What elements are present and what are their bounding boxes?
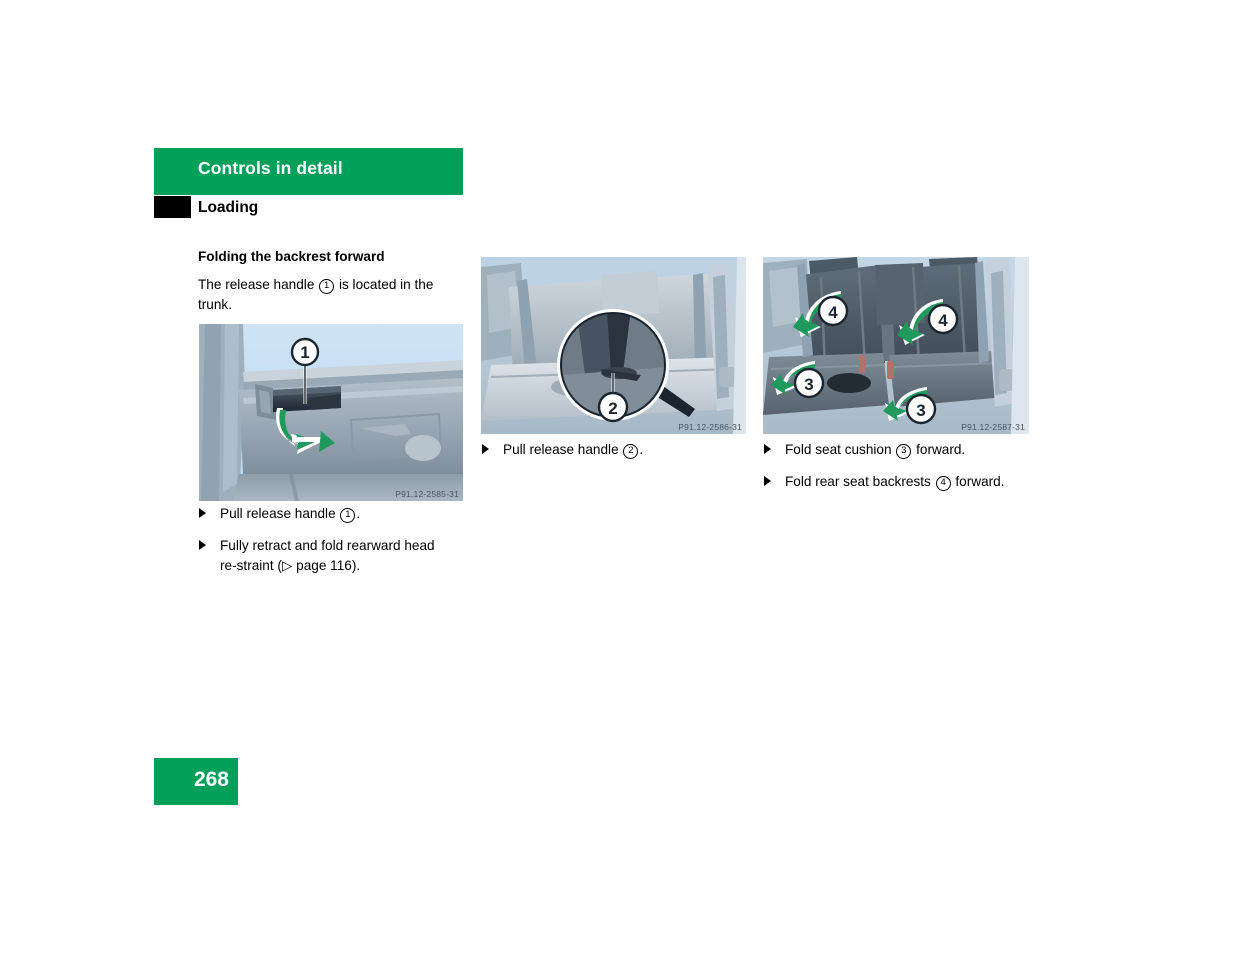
callout-ref-4: 4 [935, 476, 951, 492]
bullet-triangle-icon [764, 476, 771, 487]
bullet-triangle-icon [482, 444, 489, 454]
bullet-text-before: Pull release handle [220, 506, 336, 521]
callout-ref-1: 1 [340, 508, 356, 523]
svg-text:4: 4 [938, 311, 948, 330]
bullet-text-after: . [356, 506, 361, 521]
callout-ref-1: 1 [319, 279, 335, 295]
list-item: Fold seat cushion 3 forward. [763, 440, 1033, 459]
figure-2-illustration: 2 [481, 257, 746, 434]
figure-2-code: P91.12-2586-31 [678, 422, 742, 432]
svg-text:1: 1 [300, 343, 309, 362]
sub-heading: Folding the backrest forward [198, 249, 385, 264]
left-column-steps: Pull release handle 1. Fully retract and… [198, 504, 470, 575]
figure-rear-seat-detail: 2 P91.12-2586-31 [481, 257, 746, 434]
bullet-text-after: forward. [955, 474, 1005, 490]
middle-column-steps: Pull release handle 2. [481, 440, 747, 459]
list-item: Pull release handle 2. [481, 440, 747, 459]
figure-1-illustration: 1 [199, 324, 463, 501]
bullet-text-after: forward. [916, 442, 966, 457]
figure-1-code: P91.12-2585-31 [395, 489, 459, 499]
manual-page: Controls in detail Loading Folding the b… [0, 0, 1235, 954]
bullet-text-after: ▷ page 116). [281, 557, 361, 573]
list-item: Pull release handle 1. [198, 504, 470, 523]
page-number-box: 268 [154, 758, 238, 805]
figure-rear-seats-folding: 4 4 3 3 P91.12-2587-31 [763, 257, 1029, 434]
intro-paragraph: The release handle 1 is located in the t… [198, 275, 464, 314]
callout-ref-2: 2 [623, 444, 639, 459]
figure-3-code: P91.12-2587-31 [961, 422, 1025, 432]
callout-ref-3: 3 [896, 444, 912, 459]
svg-text:3: 3 [804, 375, 813, 394]
list-item: Fold rear seat backrests 4 forward. [763, 472, 1033, 492]
figure-3-illustration: 4 4 3 3 [763, 257, 1029, 434]
svg-text:3: 3 [916, 401, 925, 420]
chapter-header-bar: Controls in detail [154, 148, 463, 195]
middle-bullet-list: Pull release handle 2. [481, 440, 747, 459]
bullet-text-before: Fold rear seat backrests [785, 474, 931, 490]
bullet-triangle-icon [199, 508, 206, 518]
bullet-triangle-icon [764, 444, 771, 454]
svg-text:2: 2 [608, 399, 617, 418]
right-bullet-list: Fold seat cushion 3 forward. Fold rear s… [763, 440, 1033, 492]
chapter-title: Controls in detail [198, 158, 343, 178]
bullet-text-after: . [639, 442, 644, 457]
section-title: Loading [198, 199, 259, 216]
figure-trunk-release-handle: 1 P91.12-2585-31 [199, 324, 463, 501]
section-marker-tab [154, 196, 191, 218]
page-number: 268 [193, 768, 229, 791]
bullet-text-before: Fold seat cushion [785, 442, 892, 457]
list-item: Fully retract and fold rearward head re‑… [198, 536, 470, 575]
bullet-triangle-icon [199, 540, 206, 551]
left-column: Folding the backrest forward The release… [198, 248, 464, 314]
right-column-steps: Fold seat cushion 3 forward. Fold rear s… [763, 440, 1033, 492]
svg-text:4: 4 [828, 303, 838, 322]
intro-text-before: The release handle [198, 277, 315, 293]
bullet-text-before: Pull release handle [503, 442, 619, 457]
left-bullet-list: Pull release handle 1. Fully retract and… [198, 504, 470, 575]
